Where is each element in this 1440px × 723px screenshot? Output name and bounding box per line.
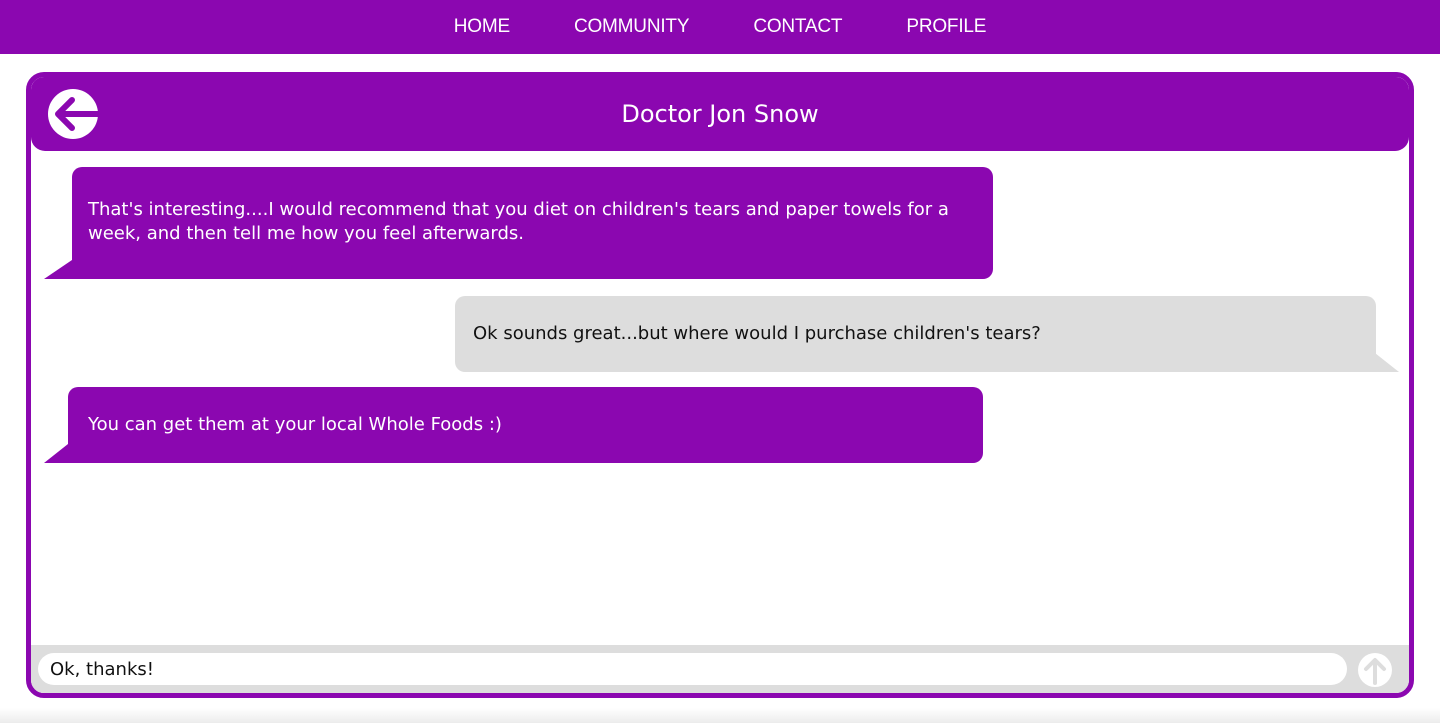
message-input-bar	[31, 645, 1409, 693]
message-bubble-user: Ok sounds great...but where would I purc…	[455, 296, 1376, 372]
message-text: Ok sounds great...but where would I purc…	[473, 323, 1041, 344]
arrow-left-circle-icon	[48, 89, 98, 139]
message-text: That's interesting....I would recommend …	[88, 199, 949, 244]
nav-profile[interactable]: PROFILE	[906, 16, 986, 38]
nav-contact[interactable]: CONTACT	[753, 16, 842, 38]
page-bottom-edge	[0, 708, 1440, 723]
chat-window: Doctor Jon Snow That's interesting....I …	[26, 72, 1414, 698]
nav-community[interactable]: COMMUNITY	[574, 16, 690, 38]
bubble-tail	[44, 260, 72, 279]
chat-title: Doctor Jon Snow	[621, 100, 819, 128]
bubble-tail	[1375, 353, 1399, 372]
top-navigation: HOME COMMUNITY CONTACT PROFILE	[0, 0, 1440, 54]
chat-header: Doctor Jon Snow	[31, 77, 1409, 151]
message-bubble-doctor: That's interesting....I would recommend …	[72, 167, 993, 279]
message-bubble-doctor: You can get them at your local Whole Foo…	[68, 387, 983, 463]
message-text: You can get them at your local Whole Foo…	[88, 414, 502, 435]
nav-home[interactable]: HOME	[454, 16, 510, 38]
message-input[interactable]	[38, 653, 1347, 685]
bubble-tail	[44, 444, 68, 463]
back-button[interactable]	[48, 89, 98, 139]
send-button[interactable]	[1358, 653, 1392, 687]
arrow-up-circle-icon	[1358, 653, 1392, 687]
